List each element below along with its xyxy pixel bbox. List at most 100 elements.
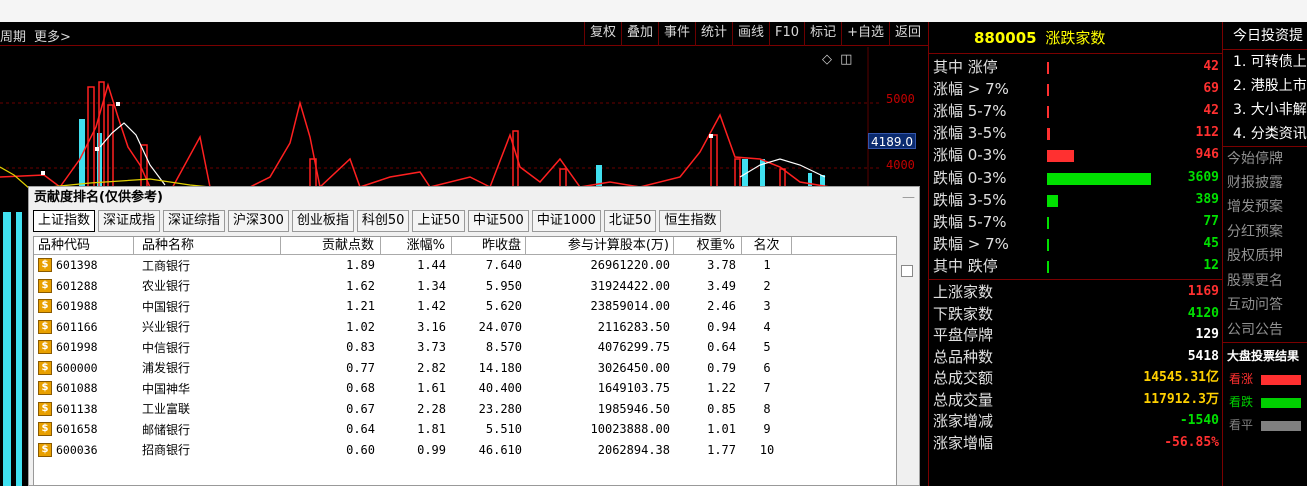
table-row[interactable]: $600000 浦发银行 0.77 2.82 14.180 3026450.00 0.79 6 xyxy=(34,358,896,379)
vote-item[interactable]: 看平 xyxy=(1223,414,1307,437)
table-row[interactable]: $601998 中信银行 0.83 3.73 8.570 4076299.75 0.64 5 xyxy=(34,337,896,358)
table-row[interactable]: $601088 中国神华 0.68 1.61 40.400 1649103.75 1.22 7 xyxy=(34,378,896,399)
tips-category-item[interactable]: 股票更名 xyxy=(1223,269,1307,294)
range-label: 跌幅 0-3% xyxy=(933,169,1007,187)
table-cell: 10 xyxy=(759,442,775,457)
stock-code: 601088 xyxy=(56,381,98,396)
panel-title: 贡献度排名(仅供参考) — xyxy=(29,187,919,209)
tips-category-item[interactable]: 今始停牌 xyxy=(1223,146,1307,171)
table-row[interactable]: $601288 农业银行 1.62 1.34 5.950 31924422.00 3.49 2 xyxy=(34,276,896,297)
toolbar-button-7[interactable]: +自选 xyxy=(841,22,889,46)
panel-minimize-icon[interactable]: — xyxy=(902,187,915,209)
range-label: 跌幅 3-5% xyxy=(933,191,1007,209)
chart-toolbar: 周期 更多> 复权 叠加 事件 统计 画线 F10 标记 +自选 返回 xyxy=(0,22,928,46)
tips-news-item[interactable]: 3. 大小非解 xyxy=(1223,98,1307,122)
table-body: $601398 工商银行 1.89 1.44 7.640 26961220.00 3.78 1… xyxy=(34,255,896,460)
table-cell: 3 xyxy=(763,299,771,314)
table-row[interactable]: $600036 招商银行 0.60 0.99 46.610 2062894.38 1.77 1… xyxy=(34,440,896,461)
table-cell: 招商银行 xyxy=(142,443,191,458)
tab-index-6[interactable]: 上证50 xyxy=(412,210,465,232)
investment-tips-panel: 今日投资提 1. 可转债上 2. 港股上市 3. 大小非解 4. 分类资讯 今始停牌财… xyxy=(1222,22,1307,486)
tab-index-9[interactable]: 北证50 xyxy=(603,210,657,232)
tips-news-item[interactable]: 2. 港股上市 xyxy=(1223,74,1307,98)
table-row[interactable]: $601138 工业富联 0.67 2.28 23.280 1985946.50 0.85 8 xyxy=(34,399,896,420)
toolbar-button-4[interactable]: 画线 xyxy=(732,22,769,46)
range-label: 涨幅 0-3% xyxy=(933,146,1007,164)
tips-news-item[interactable]: 4. 分类资讯 xyxy=(1223,122,1307,146)
table-cell: 46.610 xyxy=(478,442,522,457)
tips-category-item[interactable]: 公司公告 xyxy=(1223,318,1307,343)
column-header-4[interactable]: 昨收盘 xyxy=(452,237,526,254)
marker-point xyxy=(116,102,120,106)
tab-index-3[interactable]: 沪深300 xyxy=(228,210,289,232)
tab-index-4[interactable]: 创业板指 xyxy=(291,210,354,232)
vote-item[interactable]: 看跌 xyxy=(1223,391,1307,414)
toolbar-button-6[interactable]: 标记 xyxy=(804,22,841,46)
toolbar-button-1[interactable]: 叠加 xyxy=(620,22,658,46)
table-cell: 2116283.50 xyxy=(597,319,670,334)
table-cell: 0.64 xyxy=(346,422,375,437)
range-value: 77 xyxy=(1203,214,1219,229)
column-header-7[interactable]: 名次 xyxy=(742,237,792,254)
advance-line xyxy=(0,82,831,193)
column-header-5[interactable]: 参与计算股本(万) xyxy=(526,237,674,254)
toolbar-button-8[interactable]: 返回 xyxy=(888,22,926,46)
toolbar-button-5[interactable]: F10 xyxy=(769,22,804,46)
table-cell: $601398 xyxy=(34,258,134,273)
table-row[interactable]: $601988 中国银行 1.21 1.42 5.620 23859014.00 2.46 3 xyxy=(34,296,896,317)
stock-code: 601658 xyxy=(56,422,98,437)
diamond-icon[interactable]: ◇ xyxy=(822,52,832,67)
tab-index-10[interactable]: 恒生指数 xyxy=(659,210,722,232)
toolbar-button-2[interactable]: 事件 xyxy=(657,22,695,46)
advance-decline-panel: 880005 涨跌家数 其中 涨停 42 涨幅 > 7% 69 涨幅 5-7% 42 涨幅 … xyxy=(928,22,1223,486)
down-range-row: 跌幅 > 7% 45 xyxy=(933,233,1221,255)
tips-category-item[interactable]: 互动问答 xyxy=(1223,293,1307,318)
tab-index-2[interactable]: 深证综指 xyxy=(163,210,226,232)
range-value: 946 xyxy=(1195,147,1219,162)
tab-index-5[interactable]: 科创50 xyxy=(356,210,410,232)
vote-label: 看跌 xyxy=(1229,395,1254,409)
table-cell: 1.77 xyxy=(707,442,736,457)
toolbar-button-0[interactable]: 复权 xyxy=(583,22,621,46)
toolbar-button-3[interactable]: 统计 xyxy=(695,22,732,46)
tab-index-7[interactable]: 中证500 xyxy=(467,210,529,232)
up-range-row: 涨幅 > 7% 69 xyxy=(933,78,1221,100)
column-header-0[interactable]: 品种代码 xyxy=(34,237,134,254)
window-icon[interactable]: ◫ xyxy=(840,52,852,67)
tab-index-0[interactable]: 上证指数 xyxy=(33,210,96,232)
stock-type-icon: $ xyxy=(38,340,52,355)
up-range-row: 涨幅 5-7% 42 xyxy=(933,100,1221,122)
range-bar xyxy=(1047,239,1049,251)
range-value: 12 xyxy=(1203,258,1219,273)
vote-item[interactable]: 看涨 xyxy=(1223,368,1307,391)
current-value-marker: 4189.0 xyxy=(868,133,916,149)
range-value: 3609 xyxy=(1187,170,1219,185)
toolbar-menu-1[interactable]: 更多> xyxy=(34,30,71,45)
column-header-3[interactable]: 涨幅% xyxy=(381,237,452,254)
tips-category-item[interactable]: 股权质押 xyxy=(1223,244,1307,269)
table-row[interactable]: $601166 兴业银行 1.02 3.16 24.070 2116283.50 0.94 4 xyxy=(34,317,896,338)
table-cell: 23.280 xyxy=(478,401,522,416)
tips-news-item[interactable]: 1. 可转债上 xyxy=(1223,50,1307,74)
summary-row: 总成交额 14545.31亿 xyxy=(933,367,1221,389)
table-row[interactable]: $601398 工商银行 1.89 1.44 7.640 26961220.00 3.78 1 xyxy=(34,255,896,276)
tab-index-8[interactable]: 中证1000 xyxy=(531,210,601,232)
tab-index-1[interactable]: 深证成指 xyxy=(98,210,161,232)
cyan-bar xyxy=(16,212,22,486)
table-cell: 2.28 xyxy=(417,401,446,416)
tips-category-item[interactable]: 财报披露 xyxy=(1223,171,1307,196)
table-checkbox[interactable] xyxy=(901,265,913,277)
toolbar-menu-0[interactable]: 周期 xyxy=(0,30,26,45)
tips-category-item[interactable]: 增发预案 xyxy=(1223,195,1307,220)
stock-type-icon: $ xyxy=(38,381,52,396)
column-header-2[interactable]: 贡献点数 xyxy=(281,237,381,254)
axis-label-4000: 4000 xyxy=(886,158,915,172)
table-cell: 5.620 xyxy=(485,299,522,314)
table-cell: 0.64 xyxy=(707,340,736,355)
table-row[interactable]: $601658 邮储银行 0.64 1.81 5.510 10023888.00 1.01 9 xyxy=(34,419,896,440)
table-cell: 8.570 xyxy=(485,340,522,355)
column-header-1[interactable]: 品种名称 xyxy=(134,237,281,254)
tips-category-item[interactable]: 分红预案 xyxy=(1223,220,1307,245)
table-cell: 1.44 xyxy=(417,258,446,273)
column-header-6[interactable]: 权重% xyxy=(674,237,742,254)
